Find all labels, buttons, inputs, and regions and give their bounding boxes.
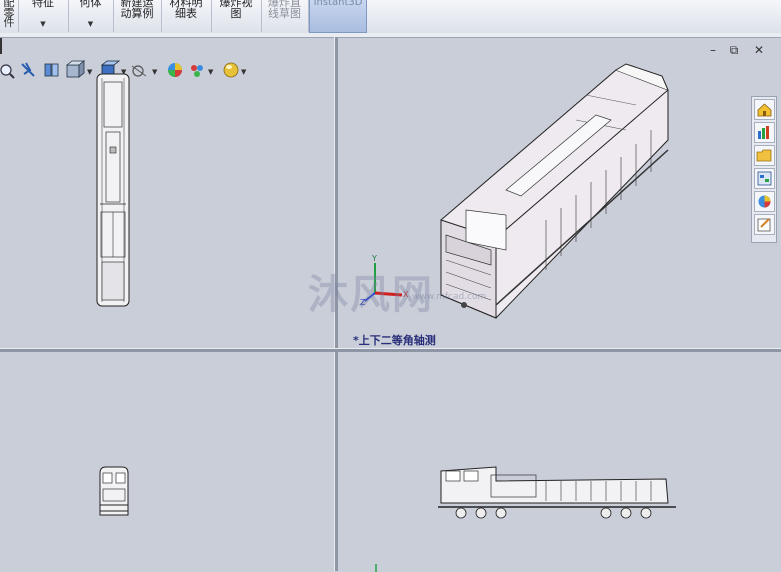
properties-icon (757, 218, 771, 232)
task-pane-home-button[interactable] (754, 99, 775, 120)
task-pane-resources-button[interactable] (754, 122, 775, 143)
task-pane-file-explorer-button[interactable] (754, 145, 775, 166)
chevron-down-icon: ▼ (40, 20, 46, 28)
previous-view-icon[interactable] (44, 63, 59, 77)
scene-icon[interactable] (191, 65, 203, 77)
zoom-icon[interactable] (0, 64, 15, 79)
realview-icon[interactable] (223, 62, 239, 78)
library-icon (757, 171, 772, 186)
model-isometric-view[interactable] (436, 60, 686, 325)
svg-text:▼: ▼ (87, 68, 93, 76)
svg-text:▼: ▼ (208, 68, 214, 76)
ribbon-button-explode-line-sketch[interactable]: 爆炸直 线草图 (261, 0, 309, 32)
ribbon-button-instant3d[interactable]: Instant3D (309, 0, 367, 33)
ribbon-button-bom[interactable]: 材料明 细表 (161, 0, 212, 32)
zoom-area-icon[interactable] (21, 62, 35, 77)
text-cursor (0, 38, 2, 54)
section-view-icon[interactable] (65, 60, 86, 78)
watermark-url: www.mfcad.com (412, 292, 487, 302)
viewport-close-button[interactable]: ✕ (752, 43, 766, 57)
viewport-restore-button[interactable]: ⧉ (727, 43, 741, 58)
appearance-icon[interactable] (168, 63, 182, 77)
chevron-down-icon: ▼ (87, 20, 94, 28)
view-name-label: *上下二等角轴测 (353, 334, 436, 347)
viewport-splitter-horizontal[interactable] (0, 348, 781, 352)
ribbon-button-exploded-view[interactable]: 爆炸视 图 (211, 0, 262, 32)
model-front-view[interactable] (96, 465, 132, 519)
task-pane-appearances-button[interactable] (754, 191, 775, 212)
viewport-minimize-button[interactable]: – (706, 43, 720, 57)
ribbon-button-geometry[interactable]: 何体 ▼ (68, 0, 114, 32)
ribbon-button-new-motion-study[interactable]: 新建运 动算例 (113, 0, 162, 32)
resources-icon (758, 126, 769, 139)
task-pane-design-library-button[interactable] (754, 168, 775, 189)
svg-text:▼: ▼ (241, 68, 247, 76)
ribbon-tab-strip (0, 33, 781, 38)
appearance-icon (758, 195, 771, 208)
home-icon (757, 103, 772, 117)
task-pane-custom-properties-button[interactable] (754, 214, 775, 235)
ribbon-button-assembly-part[interactable]: 配 零 件 (0, 0, 19, 32)
svg-text:▼: ▼ (152, 68, 158, 76)
task-pane (751, 96, 777, 243)
folder-icon (756, 149, 772, 162)
model-top-view[interactable] (94, 72, 134, 312)
command-ribbon: 配 零 件 特征 ▼ 何体 ▼ 新建运 动算例 材料明 细表 爆炸视 图 爆炸直… (0, 0, 781, 34)
ribbon-button-feature[interactable]: 特征 ▼ (18, 0, 69, 32)
display-style-icon[interactable] (131, 65, 147, 77)
model-side-view[interactable] (436, 463, 681, 523)
watermark-logo: 沐风网 (308, 272, 434, 318)
